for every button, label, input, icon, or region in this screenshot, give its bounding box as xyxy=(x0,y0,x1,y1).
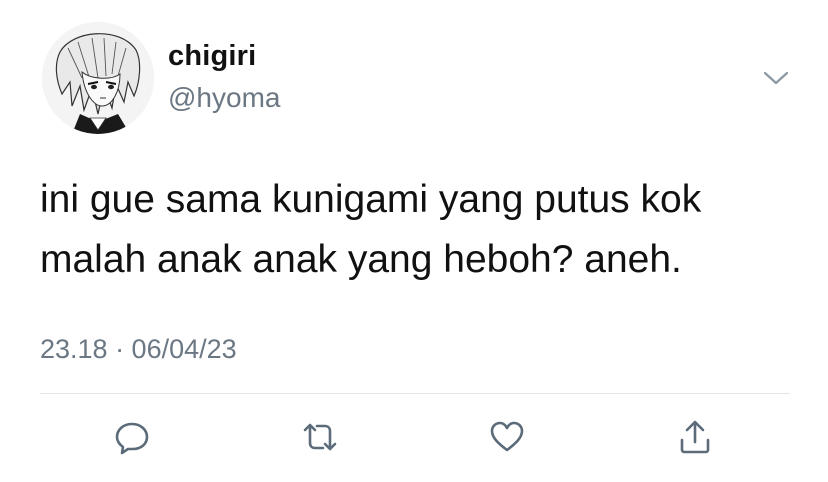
tweet-text: ini gue sama kunigami yang putus kok mal… xyxy=(40,170,800,290)
like-button[interactable] xyxy=(482,412,532,462)
tweet-text-line: malah anak anak yang heboh? aneh. xyxy=(40,238,682,281)
reply-button[interactable] xyxy=(107,412,157,462)
action-bar xyxy=(0,412,828,462)
tweet-text-line: ini gue sama kunigami yang putus kok xyxy=(40,178,702,221)
divider xyxy=(40,393,790,394)
tweet-menu-button[interactable] xyxy=(758,62,794,94)
tweet-card: chigiri @hyoma ini gue sama kunigami yan… xyxy=(0,0,828,482)
timestamp[interactable]: 23.18 · 06/04/23 xyxy=(40,334,237,365)
anime-character-avatar-icon xyxy=(42,22,154,134)
retweet-icon xyxy=(303,423,337,451)
display-name[interactable]: chigiri xyxy=(168,40,256,73)
share-icon xyxy=(680,420,710,454)
chevron-down-icon xyxy=(763,71,789,85)
avatar[interactable] xyxy=(42,22,154,134)
heart-icon xyxy=(490,421,524,452)
share-button[interactable] xyxy=(670,412,720,462)
reply-icon xyxy=(115,422,149,455)
retweet-button[interactable] xyxy=(295,412,345,462)
user-handle[interactable]: @hyoma xyxy=(168,82,280,114)
